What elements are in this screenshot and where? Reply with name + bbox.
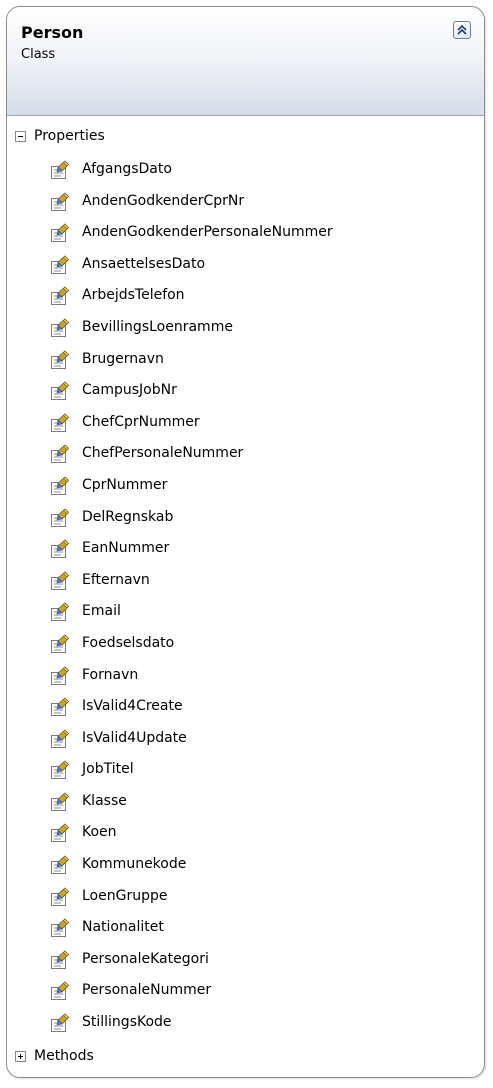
property-icon — [50, 729, 70, 749]
property-label: BevillingsLoenramme — [82, 318, 233, 335]
property-icon — [50, 918, 70, 938]
property-label: IsValid4Create — [82, 698, 183, 715]
property-label: AndenGodkenderPersonaleNummer — [82, 224, 333, 241]
property-label: Email — [82, 603, 121, 620]
methods-toggle[interactable] — [15, 1051, 26, 1062]
property-icon — [50, 507, 70, 528]
property-icon — [50, 571, 70, 591]
property-icon — [50, 286, 70, 306]
properties-toggle[interactable] — [15, 131, 26, 142]
property-icon — [50, 634, 70, 654]
property-icon — [50, 950, 70, 970]
property-label: ArbejdsTelefon — [82, 287, 185, 304]
property-row[interactable]: AnsaettelsesDato — [7, 250, 484, 282]
property-icon — [50, 697, 70, 717]
property-icon — [50, 823, 70, 843]
property-row[interactable]: IsValid4Create — [7, 692, 484, 724]
property-label: CprNummer — [82, 476, 168, 493]
property-row[interactable]: IsValid4Update — [7, 724, 484, 756]
property-icon — [50, 476, 70, 496]
property-row[interactable]: CprNummer — [7, 471, 484, 503]
property-label: ChefCprNummer — [82, 413, 200, 430]
methods-section-header[interactable]: Methods — [7, 1045, 484, 1069]
property-label: AndenGodkenderCprNr — [82, 192, 245, 209]
property-label: LoenGruppe — [82, 887, 168, 904]
property-row[interactable]: CampusJobNr — [7, 376, 484, 408]
property-label: Foedselsdato — [82, 634, 175, 651]
property-label: Kommunekode — [82, 856, 187, 873]
property-row[interactable]: Brugernavn — [7, 345, 484, 377]
property-label: StillingsKode — [82, 1014, 172, 1031]
property-icon — [50, 413, 70, 433]
minus-box-icon — [18, 136, 23, 137]
property-row[interactable]: AfgangsDato — [7, 155, 484, 187]
class-shape-person[interactable]: Person Class Properties AfgangsDato Anden… — [6, 6, 485, 1078]
property-row[interactable]: AndenGodkenderCprNr — [7, 187, 484, 219]
property-icon — [50, 539, 70, 559]
property-icon — [50, 887, 70, 907]
property-row[interactable]: ArbejdsTelefon — [7, 281, 484, 313]
property-label: Koen — [82, 824, 117, 841]
property-label: EanNummer — [82, 540, 170, 557]
property-icon — [50, 981, 70, 1001]
property-icon — [50, 381, 70, 401]
property-icon — [50, 255, 70, 275]
property-row[interactable]: Fornavn — [7, 661, 484, 693]
property-icon — [50, 602, 70, 622]
property-icon — [50, 350, 70, 370]
property-row[interactable]: PersonaleNummer — [7, 976, 484, 1008]
property-label: Klasse — [82, 792, 127, 809]
property-row[interactable]: JobTitel — [7, 755, 484, 787]
property-row[interactable]: LoenGruppe — [7, 882, 484, 914]
double-chevron-up-icon — [457, 24, 467, 35]
property-row[interactable]: DelRegnskab — [7, 503, 484, 535]
property-label: Fornavn — [82, 666, 139, 683]
property-label: AnsaettelsesDato — [82, 255, 206, 272]
methods-label: Methods — [34, 1048, 94, 1064]
properties-list: AfgangsDato AndenGodkenderCprNr AndenGodke… — [7, 155, 484, 1040]
properties-label: Properties — [34, 128, 105, 144]
property-icon — [50, 1013, 70, 1033]
property-row[interactable]: ChefPersonaleNummer — [7, 439, 484, 471]
property-label: IsValid4Update — [82, 729, 187, 746]
property-icon — [50, 318, 70, 338]
property-row[interactable]: Klasse — [7, 787, 484, 819]
property-label: ChefPersonaleNummer — [82, 445, 244, 462]
property-icon — [50, 192, 70, 212]
plus-box-icon — [18, 1054, 23, 1059]
property-icon — [50, 855, 70, 875]
property-icon — [50, 223, 70, 243]
property-label: DelRegnskab — [82, 508, 174, 525]
property-row[interactable]: Foedselsdato — [7, 629, 484, 661]
property-icon — [50, 665, 70, 686]
property-icon — [50, 760, 70, 780]
property-row[interactable]: AndenGodkenderPersonaleNummer — [7, 218, 484, 250]
property-icon — [50, 160, 70, 180]
properties-section-header[interactable]: Properties — [7, 125, 484, 149]
property-row[interactable]: Email — [7, 597, 484, 629]
collapse-button[interactable] — [453, 21, 471, 39]
property-row[interactable]: EanNummer — [7, 534, 484, 566]
class-name: Person — [21, 23, 84, 42]
property-label: Brugernavn — [82, 350, 164, 367]
property-icon — [50, 792, 70, 812]
property-row[interactable]: Nationalitet — [7, 913, 484, 945]
class-header[interactable]: Person Class — [7, 7, 484, 116]
property-label: AfgangsDato — [82, 161, 172, 177]
property-row[interactable]: StillingsKode — [7, 1008, 484, 1040]
property-label: PersonaleNummer — [82, 982, 212, 999]
property-row[interactable]: ChefCprNummer — [7, 408, 484, 440]
property-row[interactable]: Kommunekode — [7, 850, 484, 882]
property-label: JobTitel — [82, 761, 134, 778]
property-row[interactable]: Koen — [7, 818, 484, 850]
property-row[interactable]: Efternavn — [7, 566, 484, 598]
property-row[interactable]: PersonaleKategori — [7, 945, 484, 977]
property-row[interactable]: BevillingsLoenramme — [7, 313, 484, 345]
property-label: Efternavn — [82, 571, 150, 588]
property-label: Nationalitet — [82, 919, 164, 936]
class-stereotype: Class — [21, 47, 56, 62]
property-icon — [50, 444, 70, 464]
property-label: PersonaleKategori — [82, 950, 209, 967]
property-label: CampusJobNr — [82, 382, 177, 399]
